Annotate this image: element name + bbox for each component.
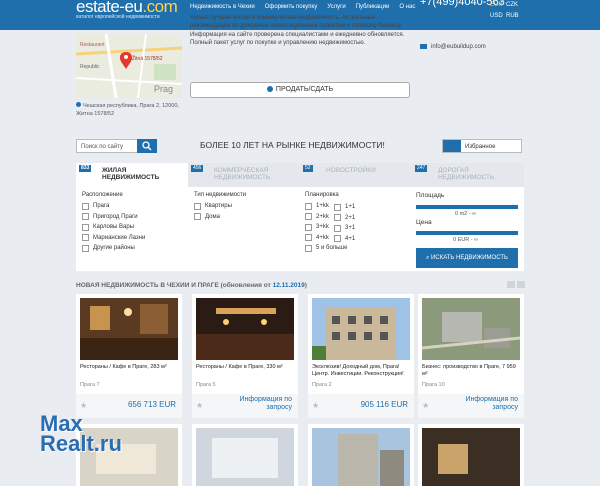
tab-commercial[interactable]: 456 КОММЕРЧЕСКАЯ НЕДВИЖИМОСТЬ	[188, 163, 300, 187]
area-value: 0 m2 - ∞	[455, 211, 477, 217]
favorite-star-icon[interactable]: ★	[422, 401, 429, 410]
type-filter: Тип недвижимости Квартиры Дома	[194, 192, 246, 222]
office-map[interactable]: Restaurant Republic Prag Žitná 1578/52	[76, 34, 182, 98]
checkbox-1-1[interactable]: 1+1	[334, 202, 355, 213]
office-address: Чешская республика, Прага 2, 12000, Житн…	[76, 102, 179, 117]
listing-card[interactable]: Рестораны / Кафе в Праге, 330 м² Прага 5…	[192, 294, 298, 418]
checkbox-4-1[interactable]: 4+1	[334, 234, 355, 245]
intro-text: только лучшая жилая и коммерческая недви…	[190, 15, 405, 47]
listing-card[interactable]: Бизнес: производство в Праге, 7 959 м² П…	[418, 294, 524, 418]
nav-services[interactable]: Услуги	[327, 4, 345, 10]
location-filter: Расположение Прага Пригород Праги Карлов…	[82, 192, 145, 254]
nav-publications[interactable]: Публикации	[356, 4, 390, 10]
listing-card[interactable]	[192, 424, 298, 486]
logo-subtitle: каталог европейской недвижимости	[76, 14, 160, 20]
checkbox-houses[interactable]: Дома	[194, 212, 246, 223]
find-property-button[interactable]: ⌕ ИСКАТЬ НЕДВИЖИМОСТЬ	[416, 248, 518, 268]
tab-new-buildings[interactable]: 52 НОВОСТРОЙКИ	[300, 163, 412, 187]
map-label-restaurant: Restaurant	[80, 42, 105, 48]
favorite-star-icon[interactable]: ★	[196, 401, 203, 410]
carousel-arrows	[505, 281, 525, 290]
price-value: 0 EUR - ∞	[453, 237, 479, 243]
map-label-republic: Republic	[80, 64, 100, 70]
listing-price: Информация по запросу	[465, 396, 519, 411]
listing-card[interactable]: Эксклюзив! Доходный дом, Прага! Центр. И…	[308, 294, 414, 418]
area-title: Площадь	[416, 192, 445, 199]
listing-photo	[196, 298, 294, 360]
mail-icon	[420, 44, 427, 49]
listing-photo	[422, 428, 520, 486]
next-arrow-icon[interactable]	[517, 281, 525, 288]
checkbox-karlovy-vary[interactable]: Карловы Вары	[82, 222, 145, 233]
currency-rub[interactable]: RUB	[506, 11, 522, 22]
listing-photo	[196, 428, 294, 486]
category-tabs: 833 ЖИЛАЯ НЕДВИЖИМОСТЬ 456 КОММЕРЧЕСКАЯ …	[76, 163, 524, 187]
headline: БОЛЕЕ 10 ЛЕТ НА РЫНКЕ НЕДВИЖИМОСТИ!	[200, 140, 385, 150]
layout-filter-b: 1+1 2+1 3+1 4+1	[334, 202, 355, 244]
area-slider[interactable]	[416, 205, 518, 209]
favorites-button[interactable]: Избранное	[442, 139, 522, 153]
listing-card[interactable]: Рестораны / Кафе в Праге, 283 м² Прага 7…	[76, 294, 182, 418]
search-icon	[142, 141, 152, 151]
checkbox-other-regions[interactable]: Другие районы	[82, 243, 145, 254]
map-label-prag: Prag	[154, 84, 173, 94]
watermark: Max Realt.ru	[40, 411, 122, 456]
checkbox-marianske-lazne[interactable]: Марианские Лазни	[82, 233, 145, 244]
main-nav: Недвижимость в Чехии Оформить покупку Ус…	[190, 4, 415, 10]
listing-price: Информация по запросу	[239, 396, 293, 411]
listing-price: 905 116 EUR	[360, 400, 408, 409]
nav-czech[interactable]: Недвижимость в Чехии	[190, 4, 255, 10]
globe-icon	[76, 102, 81, 107]
prev-arrow-icon[interactable]	[507, 281, 515, 288]
checkbox-prague[interactable]: Прага	[82, 201, 145, 212]
price-slider[interactable]	[416, 231, 518, 235]
nav-about[interactable]: О нас	[399, 4, 415, 10]
plus-icon	[266, 86, 273, 93]
nav-purchase[interactable]: Оформить покупку	[265, 4, 318, 10]
listing-photo	[312, 298, 410, 360]
email-link[interactable]: info@eubuildup.com	[420, 44, 486, 50]
currency-eur[interactable]: EUR	[490, 0, 506, 11]
map-pin-label: Žitná 1578/52	[132, 54, 163, 62]
favorite-star-icon[interactable]: ★	[312, 401, 319, 410]
search-button[interactable]	[137, 139, 157, 153]
eye-icon	[443, 140, 461, 152]
checkbox-2-1[interactable]: 2+1	[334, 213, 355, 224]
new-listings-heading: НОВАЯ НЕДВИЖИМОСТЬ В ЧЕХИИ И ПРАГЕ (обно…	[76, 282, 307, 289]
checkbox-prague-suburbs[interactable]: Пригород Праги	[82, 212, 145, 223]
listing-photo	[422, 298, 520, 360]
currency-switcher: EUR CZK USD RUB	[490, 0, 522, 22]
listing-price: 656 713 EUR	[127, 400, 176, 409]
tab-luxury[interactable]: 247 ДОРОГАЯ НЕДВИЖИМОСТЬ	[412, 163, 524, 187]
tab-residential[interactable]: 833 ЖИЛАЯ НЕДВИЖИМОСТЬ	[76, 163, 188, 187]
checkbox-apartments[interactable]: Квартиры	[194, 201, 246, 212]
price-title: Цена	[416, 219, 432, 226]
checkbox-3-1[interactable]: 3+1	[334, 223, 355, 234]
listing-card[interactable]	[418, 424, 524, 486]
listing-photo	[80, 298, 178, 360]
listing-photo	[312, 428, 410, 486]
listing-card[interactable]	[308, 424, 414, 486]
checkbox-5-plus[interactable]: 5 и больше	[305, 243, 347, 254]
sell-rent-button[interactable]: ПРОДАТЬ/СДАТЬ	[190, 82, 410, 98]
currency-czk[interactable]: CZK	[506, 0, 522, 11]
favorite-star-icon[interactable]: ★	[80, 401, 87, 410]
currency-usd[interactable]: USD	[490, 11, 506, 22]
